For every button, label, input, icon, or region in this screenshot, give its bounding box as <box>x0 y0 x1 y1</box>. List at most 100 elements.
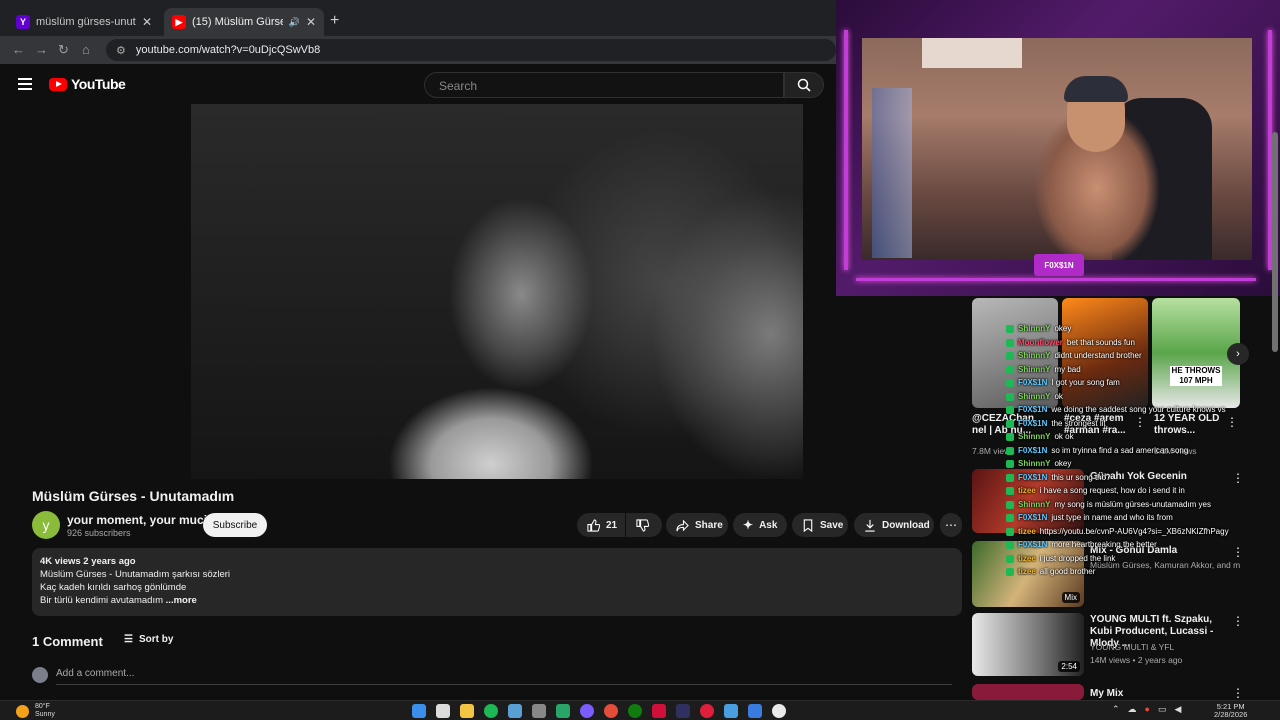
like-button[interactable]: 21 <box>577 513 625 537</box>
forward-icon[interactable]: → <box>35 42 48 57</box>
chat-text: https://youtu.be/cvnP-AU6Vg4?si=_XB6zNKI… <box>1039 526 1229 536</box>
discord-icon[interactable] <box>580 704 594 718</box>
sort-label: Sort by <box>138 634 174 645</box>
sort-icon: ☰ <box>124 634 133 645</box>
system-clock[interactable]: 5:21 PM 2/28/2026 <box>1214 703 1247 719</box>
app-icon[interactable] <box>508 704 522 718</box>
page-scrollbar[interactable] <box>1272 132 1278 352</box>
chat-message: ShinnnY okey <box>1006 457 1236 471</box>
description-box[interactable]: 4K views 2 years ago Müslüm Gürses - Unu… <box>32 548 962 616</box>
chat-message: tizee i just dropped the link <box>1006 552 1236 566</box>
sort-comments-button[interactable]: ☰ Sort by <box>124 634 173 645</box>
chat-badge-icon <box>1006 514 1014 522</box>
reload-icon[interactable]: ↻ <box>58 42 69 58</box>
menu-icon[interactable] <box>18 78 32 90</box>
chat-text: bet that sounds fun <box>1066 337 1135 347</box>
video-thumbnail[interactable] <box>972 684 1084 700</box>
chat-message: F0X$1N more heartbreaking the better <box>1006 538 1236 552</box>
chevron-up-icon[interactable]: ⌃ <box>1112 704 1120 715</box>
chat-text: didnt understand brother <box>1054 351 1142 360</box>
chat-text: ok ok <box>1054 432 1074 441</box>
weather-widget[interactable]: 80°F Sunny <box>16 703 55 719</box>
address-bar[interactable]: ⚙ youtube.com/watch?v=0uDjcQSwVb8 <box>106 39 836 61</box>
close-tab-icon[interactable]: ✕ <box>306 15 316 29</box>
yahoo-icon: Y <box>16 15 30 29</box>
obs-icon[interactable] <box>772 704 786 718</box>
windows-start-icon[interactable] <box>412 704 426 718</box>
chat-badge-icon <box>1006 338 1014 347</box>
show-more-link[interactable]: ...more <box>166 595 197 606</box>
youtube-logo[interactable]: YouTube <box>49 76 126 92</box>
chat-username: tizee <box>1018 567 1036 576</box>
user-avatar <box>32 667 48 683</box>
dislike-button[interactable] <box>626 513 662 537</box>
microphone-icon[interactable]: ● <box>1145 704 1150 715</box>
app-icon[interactable] <box>652 704 666 718</box>
xbox-icon[interactable] <box>628 704 642 718</box>
thumbs-down-icon <box>636 518 649 532</box>
thumbs-up-icon <box>587 518 600 532</box>
volume-icon[interactable]: ◀ <box>1175 704 1182 715</box>
task-view-icon[interactable] <box>436 704 450 718</box>
chat-username: ShinnnY <box>1018 499 1051 509</box>
chat-message: F0X$1N the strongest lit <box>1006 417 1236 431</box>
facebook-icon[interactable] <box>748 704 762 718</box>
chat-badge-icon <box>1006 460 1014 468</box>
channel-name[interactable]: your moment, your mucis <box>67 513 214 527</box>
chat-message: tizee https://youtu.be/cvnP-AU6Vg4?si=_XB… <box>1006 525 1236 539</box>
save-label: Save <box>820 519 844 531</box>
ask-button[interactable]: ✦ Ask <box>733 513 787 537</box>
close-tab-icon[interactable]: ✕ <box>142 15 152 29</box>
chat-badge-icon <box>1006 352 1014 360</box>
chat-text: i just dropped the link <box>1039 553 1116 563</box>
chat-message: F0X$1N we doing the saddest song your cul… <box>1006 403 1236 417</box>
photos-icon[interactable] <box>724 704 738 718</box>
cloud-icon[interactable]: ☁ <box>1128 704 1137 715</box>
back-icon[interactable]: ← <box>12 42 25 57</box>
speaker-icon[interactable]: 🔊 <box>289 17 300 28</box>
video-title[interactable]: My Mix <box>1090 688 1230 700</box>
channel-avatar[interactable]: y <box>32 511 60 539</box>
video-thumbnail[interactable]: 2:54 <box>972 613 1084 676</box>
save-button[interactable]: Save <box>792 513 848 537</box>
chat-message: ShinnnY ok <box>1006 390 1236 404</box>
new-tab-button[interactable]: + <box>330 12 339 30</box>
bookmark-icon <box>803 518 813 532</box>
chat-message: F0X$1N so im tryinna find a sad american … <box>1006 444 1236 458</box>
chrome-icon[interactable] <box>604 704 618 718</box>
more-options-icon[interactable]: ⋮ <box>1232 614 1244 628</box>
network-icon[interactable]: ▭ <box>1158 704 1167 715</box>
chat-badge-icon <box>1006 419 1014 428</box>
search-icon <box>797 78 811 92</box>
search-input[interactable]: Search <box>424 72 784 98</box>
browser-tab-search[interactable]: Y müslüm gürses-unutamadım y ✕ <box>8 8 160 36</box>
browser-tab-youtube[interactable]: ▶ (15) Müslüm Gürses - Unuta 🔊 ✕ <box>164 8 324 36</box>
add-comment-input[interactable]: Add a comment... <box>56 668 134 679</box>
chat-username: ShinnnY <box>1018 351 1051 360</box>
download-button[interactable]: Download <box>854 513 934 537</box>
chat-text: my song is müslüm gürses-unutamadım yes <box>1054 499 1211 509</box>
chat-badge-icon <box>1006 500 1014 509</box>
file-explorer-icon[interactable] <box>460 704 474 718</box>
home-icon[interactable]: ⌂ <box>82 42 90 57</box>
chat-text: the strongest lit <box>1051 418 1106 428</box>
settings-icon[interactable] <box>532 704 546 718</box>
chat-username: ShinnnY <box>1018 391 1051 401</box>
video-frame-shade <box>191 104 803 479</box>
subscribe-button[interactable]: Subscribe <box>203 513 267 537</box>
more-actions-icon[interactable]: ⋯ <box>940 513 962 537</box>
search-button[interactable] <box>784 72 824 98</box>
chat-text: so im tryinna find a sad american song <box>1051 445 1189 455</box>
spotify-icon[interactable] <box>484 704 498 718</box>
video-player[interactable] <box>191 104 803 479</box>
youtube-header: YouTube Search <box>0 64 840 104</box>
app-icon[interactable] <box>556 704 570 718</box>
url-text: youtube.com/watch?v=0uDjcQSwVb8 <box>135 44 321 56</box>
share-button[interactable]: Share <box>666 513 728 537</box>
system-tray: ⌃ ☁ ● ▭ ◀ <box>1112 704 1181 715</box>
site-info-icon[interactable]: ⚙ <box>116 44 126 57</box>
app-icon[interactable] <box>676 704 690 718</box>
share-icon <box>676 519 689 531</box>
more-options-icon[interactable]: ⋮ <box>1232 686 1244 700</box>
app-icon[interactable] <box>700 704 714 718</box>
